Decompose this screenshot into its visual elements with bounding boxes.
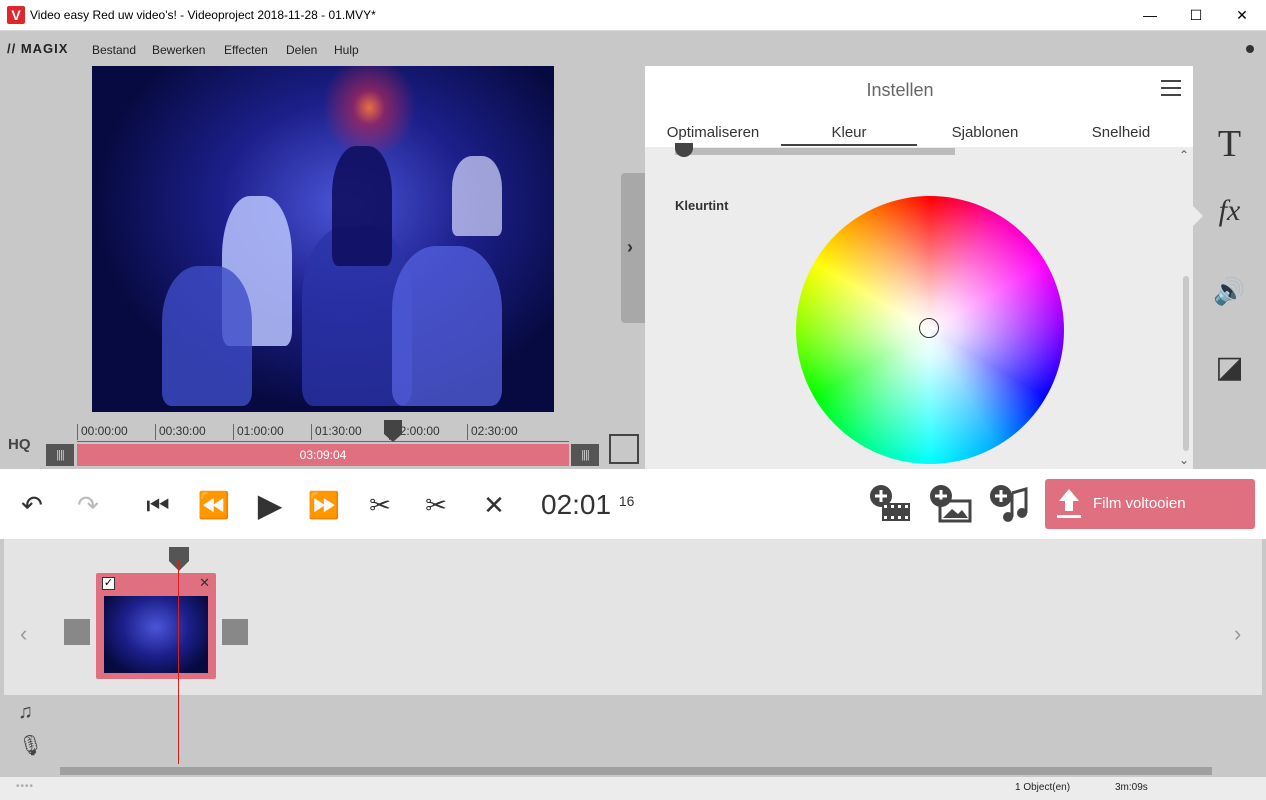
- tab-optimaliseren[interactable]: Optimaliseren: [645, 124, 781, 141]
- ruler-tick: 00:30:00: [155, 424, 206, 440]
- chevron-right-icon: ›: [627, 237, 633, 257]
- clip-checkbox[interactable]: ✓: [102, 577, 115, 590]
- clip-thumbnail: [104, 596, 208, 673]
- minimize-button[interactable]: —: [1127, 0, 1173, 31]
- menu-effecten[interactable]: Effecten: [224, 43, 268, 57]
- playhead-line: [178, 560, 179, 764]
- ruler-tick: 02:30:00: [467, 424, 518, 440]
- status-bar: •••• 1 Object(en) 3m:09s: [0, 777, 1266, 800]
- color-picker-cursor[interactable]: [919, 318, 939, 338]
- music-track-icon: ♫: [18, 701, 33, 723]
- close-button[interactable]: ✕: [1219, 0, 1265, 31]
- storyboard-timeline[interactable]: ‹ ✓ ✕ ›: [4, 539, 1262, 695]
- ruler-tick: 01:00:00: [233, 424, 284, 440]
- time-ruler[interactable]: 00:00:00 00:30:00 01:00:00 01:30:00 02:0…: [77, 422, 569, 442]
- scroll-right-icon[interactable]: ›: [1234, 621, 1241, 647]
- timeline-playhead-icon[interactable]: [169, 547, 189, 571]
- fast-forward-icon[interactable]: ⏩: [304, 487, 344, 523]
- hamburger-menu-icon[interactable]: [1161, 80, 1181, 96]
- delete-icon[interactable]: ✕: [474, 487, 514, 523]
- tab-snelheid[interactable]: Snelheid: [1053, 124, 1189, 141]
- transition-slot-left[interactable]: [64, 619, 90, 645]
- menu-bestand[interactable]: Bestand: [92, 43, 136, 57]
- audio-tool-icon[interactable]: 🔊: [1193, 276, 1266, 307]
- timecode-display: 02:01 16: [541, 489, 634, 521]
- finish-movie-label: Film voltooien: [1093, 495, 1186, 512]
- adjust-slider-track[interactable]: [675, 148, 955, 155]
- add-music-icon[interactable]: [988, 483, 1032, 523]
- split-clip-icon[interactable]: ✂: [360, 487, 400, 523]
- window-title: Video easy Red uw video's! - Videoprojec…: [30, 8, 376, 22]
- undo-icon[interactable]: ↶: [12, 487, 52, 523]
- hq-off-icon[interactable]: HQ: [8, 436, 36, 464]
- tab-sjablonen[interactable]: Sjablonen: [917, 124, 1053, 141]
- video-preview[interactable]: [92, 66, 554, 412]
- timecode-main: 02:01: [541, 489, 612, 520]
- contrast-tool-icon[interactable]: ◪: [1193, 350, 1266, 385]
- scroll-down-icon[interactable]: ⌄: [1179, 453, 1189, 467]
- upload-icon: [1057, 489, 1081, 518]
- skip-start-icon[interactable]: ⏮: [140, 487, 176, 523]
- menu-delen[interactable]: Delen: [286, 43, 317, 57]
- magix-logo: // MAGIX: [7, 41, 69, 56]
- rewind-icon[interactable]: ⏪: [194, 487, 234, 523]
- clip-remove-icon[interactable]: ✕: [199, 575, 210, 591]
- object-count: 1 Object(en): [1015, 782, 1071, 793]
- title-bar: V Video easy Red uw video's! - Videoproj…: [0, 0, 1266, 31]
- audio-tracks[interactable]: ♫ 🎙: [4, 695, 1262, 763]
- preview-area: › HQ 00:00:00 00:30:00 01:00:00 01:30:00…: [0, 66, 645, 469]
- settings-header: Instellen Optimaliseren Kleur Sjablonen …: [645, 66, 1193, 147]
- text-tool-icon[interactable]: T: [1193, 122, 1266, 166]
- status-dot-icon: [1246, 45, 1254, 53]
- ruler-tick: 01:30:00: [311, 424, 362, 440]
- range-start-handle[interactable]: ||||: [46, 444, 74, 466]
- settings-title: Instellen: [866, 80, 934, 100]
- active-tab-indicator: [781, 144, 917, 146]
- video-clip[interactable]: ✓ ✕: [96, 573, 216, 679]
- microphone-track-icon: 🎙: [18, 735, 44, 757]
- transport-bar: ↶ ↷ ⏮ ⏪ ▶ ⏩ ✂ ✂ ✕ 02:01 16 Film voltooie…: [0, 469, 1266, 539]
- app-icon: V: [7, 6, 25, 24]
- finish-movie-button[interactable]: Film voltooien: [1045, 479, 1255, 529]
- hue-label: Kleurtint: [675, 198, 729, 213]
- menu-bewerken[interactable]: Bewerken: [152, 43, 205, 57]
- menu-bar: // MAGIX Bestand Bewerken Effecten Delen…: [0, 31, 1266, 66]
- maximize-button[interactable]: ☐: [1173, 0, 1219, 31]
- scroll-left-icon[interactable]: ‹: [20, 621, 27, 647]
- tab-kleur[interactable]: Kleur: [781, 124, 917, 141]
- range-end-handle[interactable]: ||||: [571, 444, 599, 466]
- resize-grip-icon: ••••: [16, 781, 35, 792]
- timeline-scrollbar[interactable]: [60, 767, 1212, 775]
- transition-slot-right[interactable]: [222, 619, 248, 645]
- collapse-panel-button[interactable]: ›: [621, 173, 645, 323]
- ruler-tick: 00:00:00: [77, 424, 128, 440]
- range-bar[interactable]: 03:09:04: [77, 444, 569, 466]
- redo-icon[interactable]: ↷: [68, 487, 108, 523]
- menu-hulp[interactable]: Hulp: [334, 43, 359, 57]
- timecode-frames: 16: [618, 493, 635, 509]
- add-image-icon[interactable]: [928, 483, 972, 523]
- add-video-icon[interactable]: [868, 483, 912, 523]
- settings-panel: Instellen Optimaliseren Kleur Sjablonen …: [645, 66, 1193, 469]
- tool-strip: T fx 🔊 ◪: [1193, 66, 1266, 469]
- total-duration: 3m:09s: [1115, 782, 1148, 793]
- panel-scrollbar[interactable]: [1183, 276, 1189, 451]
- cut-clip-icon[interactable]: ✂: [416, 487, 456, 523]
- fullscreen-icon[interactable]: [609, 434, 639, 464]
- scroll-up-icon[interactable]: ⌃: [1179, 148, 1189, 162]
- preview-playhead-icon[interactable]: [384, 420, 402, 442]
- play-icon[interactable]: ▶: [250, 487, 290, 523]
- effects-tool-icon[interactable]: fx: [1193, 194, 1266, 228]
